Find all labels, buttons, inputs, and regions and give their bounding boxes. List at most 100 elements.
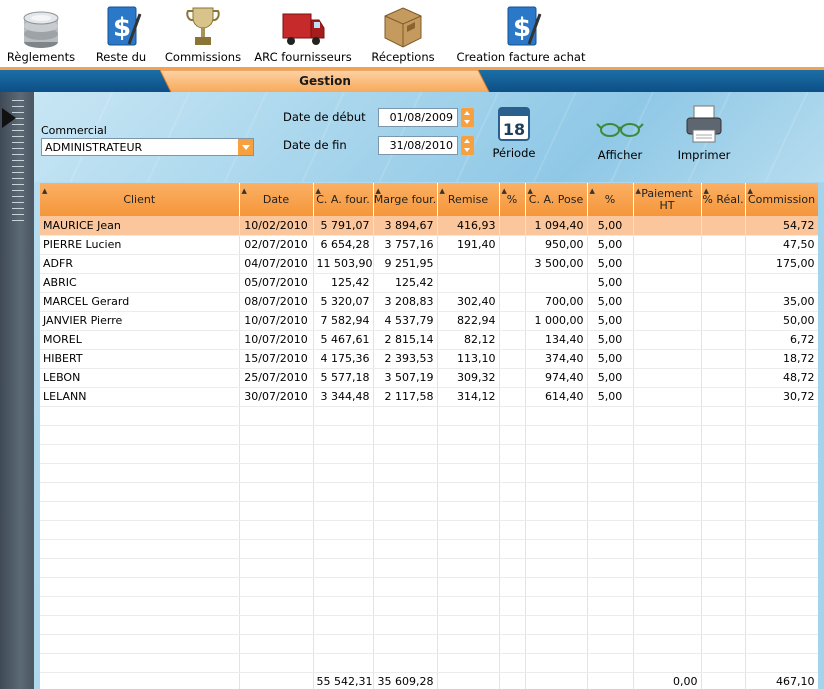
column-header[interactable]: ▲ Client	[40, 183, 240, 216]
column-header[interactable]: ▲ Date	[239, 183, 314, 216]
table-cell	[701, 482, 746, 502]
table-cell	[633, 273, 702, 293]
column-header[interactable]: ▲ Marge four.	[373, 183, 438, 216]
sort-arrow-icon[interactable]: ▲	[440, 185, 445, 197]
afficher-button[interactable]: Afficher	[592, 114, 648, 164]
sort-arrow-icon[interactable]: ▲	[42, 185, 47, 197]
sort-arrow-icon[interactable]: ▲	[528, 185, 533, 197]
table-row[interactable]: MARCEL Gerard 08/07/2010 5 320,07 3 208,83 3…	[40, 292, 819, 312]
table-cell: ABRIC	[40, 273, 240, 293]
sort-arrow-icon[interactable]: ▲	[704, 185, 709, 197]
sort-arrow-icon[interactable]: ▲	[316, 185, 321, 197]
table-row[interactable]: ABRIC 05/07/2010 125,42 125,42 5,00	[40, 273, 819, 293]
column-header[interactable]: ▲ Paiement HT	[633, 183, 702, 216]
table-cell: 11 503,90	[313, 254, 374, 274]
table-row[interactable]: MAURICE Jean 10/02/2010 5 791,07 3 894,67 41…	[40, 216, 819, 236]
table-cell: 113,10	[437, 349, 500, 369]
table-row[interactable]: LEBON 25/07/2010 5 577,18 3 507,19 309,32 974…	[40, 368, 819, 388]
total-cell	[701, 671, 746, 689]
totals-row: 55 542,31 35 609,28 0,00 467,10	[40, 671, 819, 689]
table-cell	[499, 444, 526, 464]
table-cell: 314,12	[437, 387, 500, 407]
column-header[interactable]: ▲ Commission	[745, 183, 819, 216]
sort-arrow-icon[interactable]: ▲	[748, 185, 753, 197]
trophy-icon	[186, 7, 220, 45]
table-cell: 416,93	[437, 216, 500, 236]
table-cell	[499, 520, 526, 540]
table-cell: 5,00	[587, 368, 634, 388]
date-debut-spinner[interactable]	[461, 108, 474, 127]
table-cell	[373, 463, 438, 483]
date-fin-input[interactable]: 31/08/2010	[378, 136, 458, 155]
sort-arrow-icon[interactable]: ▲	[376, 185, 381, 197]
column-header[interactable]: ▲ C. A. four.	[313, 183, 374, 216]
table-cell	[313, 406, 374, 426]
table-cell	[499, 273, 526, 293]
toolbar-button-reste-du[interactable]: $ Reste du	[90, 2, 152, 64]
column-header[interactable]: ▲% Réal.	[701, 183, 746, 216]
table-cell	[373, 539, 438, 559]
table-cell: 5,00	[587, 330, 634, 350]
table-row[interactable]: JANVIER Pierre 10/07/2010 7 582,94 4 537,79…	[40, 311, 819, 331]
sort-arrow-icon[interactable]: ▲	[242, 185, 247, 197]
table-row[interactable]: HIBERT 15/07/2010 4 175,36 2 393,53 113,10 37…	[40, 349, 819, 369]
collapse-arrow-icon[interactable]	[2, 108, 16, 128]
table-cell: 4 175,36	[313, 349, 374, 369]
table-cell	[587, 463, 634, 483]
table-cell: 614,40	[525, 387, 588, 407]
sort-arrow-icon[interactable]: ▲	[502, 185, 507, 197]
toolbar-button-commissions[interactable]: Commissions	[162, 2, 244, 64]
table-cell	[633, 539, 702, 559]
table-cell	[40, 615, 240, 635]
toolbar-button-creation-facture-achat[interactable]: $ Creation facture achat	[454, 2, 588, 64]
table-cell	[40, 653, 240, 673]
table-cell: HIBERT	[40, 349, 240, 369]
table-cell: 02/07/2010	[239, 235, 314, 255]
imprimer-button[interactable]: Imprimer	[672, 104, 736, 164]
table-row[interactable]: LELANN 30/07/2010 3 344,48 2 117,58 314,12 61…	[40, 387, 819, 407]
table-cell	[313, 539, 374, 559]
table-cell	[373, 615, 438, 635]
table-cell	[633, 615, 702, 635]
periode-button[interactable]: 18 Période	[488, 104, 540, 162]
tab-label: Gestion	[299, 74, 351, 88]
date-debut-input[interactable]: 01/08/2009	[378, 108, 458, 127]
column-header[interactable]: ▲ C. A. Pose	[525, 183, 588, 216]
toolbar-button-receptions[interactable]: Réceptions	[366, 2, 440, 64]
toolbar-button-arc-fournisseurs[interactable]: ARC fournisseurs	[250, 2, 356, 64]
chevron-down-icon[interactable]	[238, 139, 253, 155]
sort-arrow-icon[interactable]: ▲	[590, 185, 595, 197]
column-header[interactable]: ▲%	[587, 183, 634, 216]
empty-row	[40, 425, 819, 445]
table-cell	[587, 634, 634, 654]
table-cell	[40, 463, 240, 483]
table-cell	[40, 634, 240, 654]
table-row[interactable]: ADFR 04/07/2010 11 503,90 9 251,95 3 500,00 5…	[40, 254, 819, 274]
toolbar-label: Reste du	[95, 50, 147, 64]
table-cell	[437, 501, 500, 521]
table-cell	[313, 558, 374, 578]
table-cell: 3 208,83	[373, 292, 438, 312]
toolbar-label: Commissions	[164, 50, 242, 64]
table-cell	[701, 596, 746, 616]
tab-gestion[interactable]: Gestion	[160, 70, 490, 94]
date-fin-spinner[interactable]	[461, 136, 474, 155]
sort-arrow-icon[interactable]: ▲	[636, 185, 641, 197]
commercial-select[interactable]: ADMINISTRATEUR	[41, 138, 254, 156]
table-row[interactable]: MOREL 10/07/2010 5 467,61 2 815,14 82,12 134,…	[40, 330, 819, 350]
table-cell	[525, 425, 588, 445]
total-cell	[499, 671, 526, 689]
column-header[interactable]: ▲%	[499, 183, 526, 216]
table-cell: 10/07/2010	[239, 311, 314, 331]
table-cell: 3 894,67	[373, 216, 438, 236]
toolbar-label: Creation facture achat	[456, 50, 586, 64]
table-row[interactable]: PIERRE Lucien 02/07/2010 6 654,28 3 757,16 1…	[40, 235, 819, 255]
toolbar-button-reglements[interactable]: Règlements	[4, 2, 78, 64]
column-header[interactable]: ▲ Remise	[437, 183, 500, 216]
table-cell	[745, 558, 819, 578]
table-cell	[239, 482, 314, 502]
table-cell	[525, 482, 588, 502]
table-cell	[499, 406, 526, 426]
svg-text:$: $	[113, 13, 131, 43]
table-cell	[745, 425, 819, 445]
